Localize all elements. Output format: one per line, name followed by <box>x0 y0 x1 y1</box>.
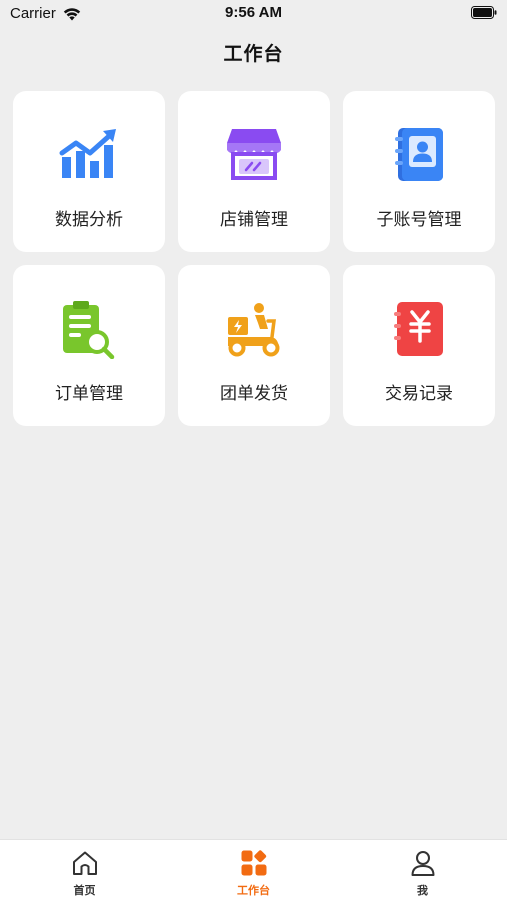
tab-label: 工作台 <box>237 884 270 897</box>
tile-label: 交易记录 <box>385 384 453 404</box>
tile-order-management[interactable]: 订单管理 <box>13 265 165 426</box>
user-icon <box>411 851 434 876</box>
storefront-icon <box>227 129 281 180</box>
workbench-grid-icon <box>241 850 266 876</box>
delivery-scooter-icon <box>228 303 280 357</box>
tile-label: 数据分析 <box>55 210 123 230</box>
tab-bar: 首页 工作台 我 <box>0 839 507 900</box>
clipboard-search-icon <box>63 301 115 359</box>
tile-store-management[interactable]: 店铺管理 <box>178 91 330 252</box>
yuan-ledger-icon <box>394 302 443 356</box>
battery-icon <box>471 6 497 19</box>
tab-me[interactable]: 我 <box>338 840 507 900</box>
tab-workbench[interactable]: 工作台 <box>169 840 338 900</box>
status-bar: Carrier 9:56 AM <box>0 0 507 28</box>
tab-home[interactable]: 首页 <box>0 840 169 900</box>
status-time: 9:56 AM <box>225 4 282 21</box>
tile-group-order-shipping[interactable]: 团单发货 <box>178 265 330 426</box>
contact-book-icon <box>395 128 443 181</box>
tab-label: 首页 <box>73 884 96 897</box>
tile-label: 团单发货 <box>220 384 288 404</box>
tile-transaction-records[interactable]: 交易记录 <box>343 265 495 426</box>
tab-label: 我 <box>417 884 428 897</box>
tile-label: 店铺管理 <box>220 210 288 230</box>
tile-label: 订单管理 <box>55 384 123 404</box>
tile-sub-account-management[interactable]: 子账号管理 <box>343 91 495 252</box>
tile-data-analysis[interactable]: 数据分析 <box>13 91 165 252</box>
page-title: 工作台 <box>223 43 284 65</box>
home-icon <box>72 851 97 875</box>
tile-label: 子账号管理 <box>376 210 462 230</box>
workbench-grid: 数据分析 店铺管理 子账号管理 订单管理 团单发货 交易记录 <box>13 91 495 426</box>
chart-growth-icon <box>59 129 116 178</box>
